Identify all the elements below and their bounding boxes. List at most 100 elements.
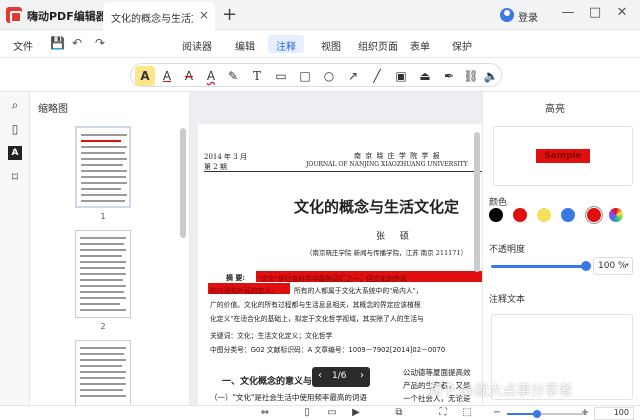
bookmark-icon[interactable]: ⌑ bbox=[8, 170, 22, 184]
app-logo-icon bbox=[6, 7, 22, 23]
zoom-in-icon[interactable]: + bbox=[578, 407, 592, 418]
menu-annotate[interactable]: 注释 bbox=[268, 35, 304, 53]
highlight-icon[interactable]: A bbox=[135, 66, 155, 86]
text-tool-icon[interactable]: T bbox=[247, 66, 267, 86]
abstract-line: "文化"是社会科学中最热词汇之一，但文化的外延 bbox=[258, 275, 407, 283]
close-tab-icon[interactable]: × bbox=[199, 8, 209, 22]
save-icon[interactable]: 💾 bbox=[50, 36, 65, 50]
journal-name-en: JOURNAL OF NANJING XIAOZHUANG UNIVERSITY bbox=[306, 161, 468, 168]
document-tab[interactable]: 文化的概念与生活文化... × bbox=[103, 2, 215, 30]
new-tab-icon[interactable]: + bbox=[222, 4, 237, 25]
app-name: 嗨动PDF编辑器 bbox=[27, 10, 107, 23]
underline-icon[interactable]: A bbox=[157, 66, 177, 86]
squiggly-underline-icon[interactable]: A bbox=[201, 66, 221, 86]
maximize-icon[interactable]: □ bbox=[587, 5, 603, 20]
zoom-value[interactable]: 100 bbox=[594, 407, 634, 420]
journal-name-cn: 南 京 晓 庄 学 院 学 报 bbox=[354, 152, 441, 160]
redo-icon[interactable]: ↷ bbox=[95, 36, 105, 50]
play-icon[interactable]: ▶ bbox=[349, 407, 363, 418]
user-avatar-icon[interactable] bbox=[500, 8, 514, 22]
close-window-icon[interactable]: ✕ bbox=[614, 5, 630, 20]
color-picker-icon[interactable] bbox=[609, 208, 623, 222]
opacity-value: 100 % bbox=[598, 261, 627, 271]
classification-line: 中图分类号：G02 文献标识码：A 文章编号：1009－7902[2014]02… bbox=[210, 346, 446, 354]
abstract-label: 摘 要: bbox=[226, 273, 246, 282]
text-annotations-icon[interactable]: A bbox=[8, 146, 22, 160]
image-icon[interactable]: ▣ bbox=[391, 66, 411, 86]
color-swatch-red[interactable] bbox=[513, 208, 527, 222]
color-label: 颜色 bbox=[489, 198, 508, 208]
signature-icon[interactable]: ✒ bbox=[439, 66, 459, 86]
single-page-icon[interactable]: ▯ bbox=[300, 407, 314, 418]
opacity-select[interactable]: 100 % ▾ bbox=[593, 257, 633, 275]
next-page-button[interactable]: › bbox=[360, 370, 364, 381]
article-author: 张 硕 bbox=[376, 232, 415, 242]
watermark: 知乎 @屁大点事分享者 bbox=[428, 383, 573, 399]
zoom-out-icon[interactable]: − bbox=[490, 407, 504, 418]
note-text-label: 注释文本 bbox=[489, 295, 526, 305]
rectangle-icon[interactable]: □ bbox=[295, 66, 315, 86]
menu-file[interactable]: 文件 bbox=[13, 38, 33, 53]
pencil-icon[interactable]: ✎ bbox=[223, 66, 243, 86]
menu-forms[interactable]: 表单 bbox=[402, 35, 438, 53]
color-swatch-yellow[interactable] bbox=[537, 208, 551, 222]
page-indicator: 1/6 bbox=[332, 371, 347, 381]
actual-size-icon[interactable]: ⧉ bbox=[392, 407, 406, 418]
page-thumbnail-3[interactable] bbox=[75, 340, 131, 410]
comment-icon[interactable]: ▭ bbox=[271, 66, 291, 86]
menu-reader[interactable]: 阅读器 bbox=[174, 35, 220, 53]
previous-page-button[interactable]: ‹ bbox=[318, 370, 322, 381]
audio-icon[interactable]: 🔈 bbox=[481, 66, 501, 86]
article-title: 文化的概念与生活文化定 bbox=[294, 198, 460, 216]
fit-width-icon[interactable]: ⇔ bbox=[258, 407, 272, 418]
thumbnails-icon[interactable]: ▯ bbox=[8, 122, 22, 136]
minimize-icon[interactable]: — bbox=[560, 5, 576, 20]
pdf-page[interactable]: 2014 年 3 月 第 2 期 南 京 晓 庄 学 院 学 报 JOURNAL… bbox=[198, 124, 482, 405]
title-bar: 嗨动PDF编辑器 文化的概念与生活文化... × + 登录 — □ ✕ bbox=[0, 0, 640, 30]
fit-to-window-icon[interactable]: ⬚ bbox=[460, 407, 474, 418]
color-swatch-selected-red[interactable] bbox=[587, 208, 601, 222]
properties-title: 高亮 bbox=[545, 104, 565, 115]
color-swatch-black[interactable] bbox=[489, 208, 503, 222]
opacity-slider-handle[interactable] bbox=[581, 261, 591, 271]
line-icon[interactable]: ╱ bbox=[367, 66, 387, 86]
abstract-line: 化定义"在适合化的基础上，拟定于文化哲学视域，其实除了人的生活与 bbox=[210, 315, 424, 323]
menu-edit[interactable]: 编辑 bbox=[227, 35, 263, 53]
abstract-line: 广的价值。文化的所有过程都与生活息息相关，其概念的界定应该植根 bbox=[210, 301, 421, 309]
arrow-icon[interactable]: ↗ bbox=[343, 66, 363, 86]
thumbnail-panel: 缩略图 1 2 bbox=[30, 92, 190, 410]
preview-sample-text: Sample bbox=[536, 149, 590, 163]
menu-organize-pages[interactable]: 组织页面 bbox=[350, 35, 406, 53]
zoom-slider-handle[interactable] bbox=[533, 410, 541, 418]
thumbnail-page-number: 1 bbox=[100, 212, 106, 221]
keywords-line: 关键词：文化；生活文化定义；文化哲学 bbox=[210, 332, 333, 340]
abstract-line: 所有的人都属于文化大系统中的"局内人"， bbox=[294, 287, 423, 295]
chevron-down-icon: ▾ bbox=[625, 261, 629, 269]
highlight-preview: Sample bbox=[493, 126, 633, 186]
strikethrough-icon[interactable]: A bbox=[179, 66, 199, 86]
page-thumbnail-1[interactable] bbox=[75, 126, 131, 208]
undo-icon[interactable]: ↶ bbox=[72, 36, 82, 50]
page-thumbnail-2[interactable] bbox=[75, 230, 131, 318]
opacity-label: 不透明度 bbox=[489, 245, 526, 255]
color-swatch-blue[interactable] bbox=[561, 208, 575, 222]
properties-panel: 高亮 Sample 颜色 不透明度 100 % ▾ 注释文本 bbox=[482, 92, 640, 405]
login-button[interactable]: 登录 bbox=[518, 9, 538, 24]
two-page-icon[interactable]: ▭ bbox=[325, 407, 339, 418]
document-scrollbar[interactable] bbox=[474, 132, 480, 272]
document-view: 2014 年 3 月 第 2 期 南 京 晓 庄 学 院 学 报 JOURNAL… bbox=[190, 92, 482, 405]
fit-page-icon[interactable]: ⛶ bbox=[436, 407, 450, 418]
page-date: 2014 年 3 月 bbox=[204, 153, 247, 161]
right-column-line: 公动德等厦面提高效 bbox=[403, 368, 471, 377]
annotation-toolbar: A A A A ✎ T ▭ □ ○ ↗ ╱ ▣ ⏏ ✒ ⛓ 🔈 bbox=[0, 58, 640, 92]
stamp-icon[interactable]: ⏏ bbox=[415, 66, 435, 86]
opacity-slider[interactable] bbox=[491, 265, 585, 268]
search-icon[interactable]: ⌕ bbox=[8, 98, 22, 112]
left-rail: ⌕ ▯ A ⌑ bbox=[0, 92, 30, 420]
thumbnail-scrollbar[interactable] bbox=[180, 128, 186, 238]
menu-view[interactable]: 视图 bbox=[313, 35, 349, 53]
page-navigator: ‹ 1/6 › bbox=[312, 367, 370, 387]
link-icon[interactable]: ⛓ bbox=[461, 66, 481, 86]
menu-protect[interactable]: 保护 bbox=[444, 35, 480, 53]
ellipse-icon[interactable]: ○ bbox=[319, 66, 339, 86]
